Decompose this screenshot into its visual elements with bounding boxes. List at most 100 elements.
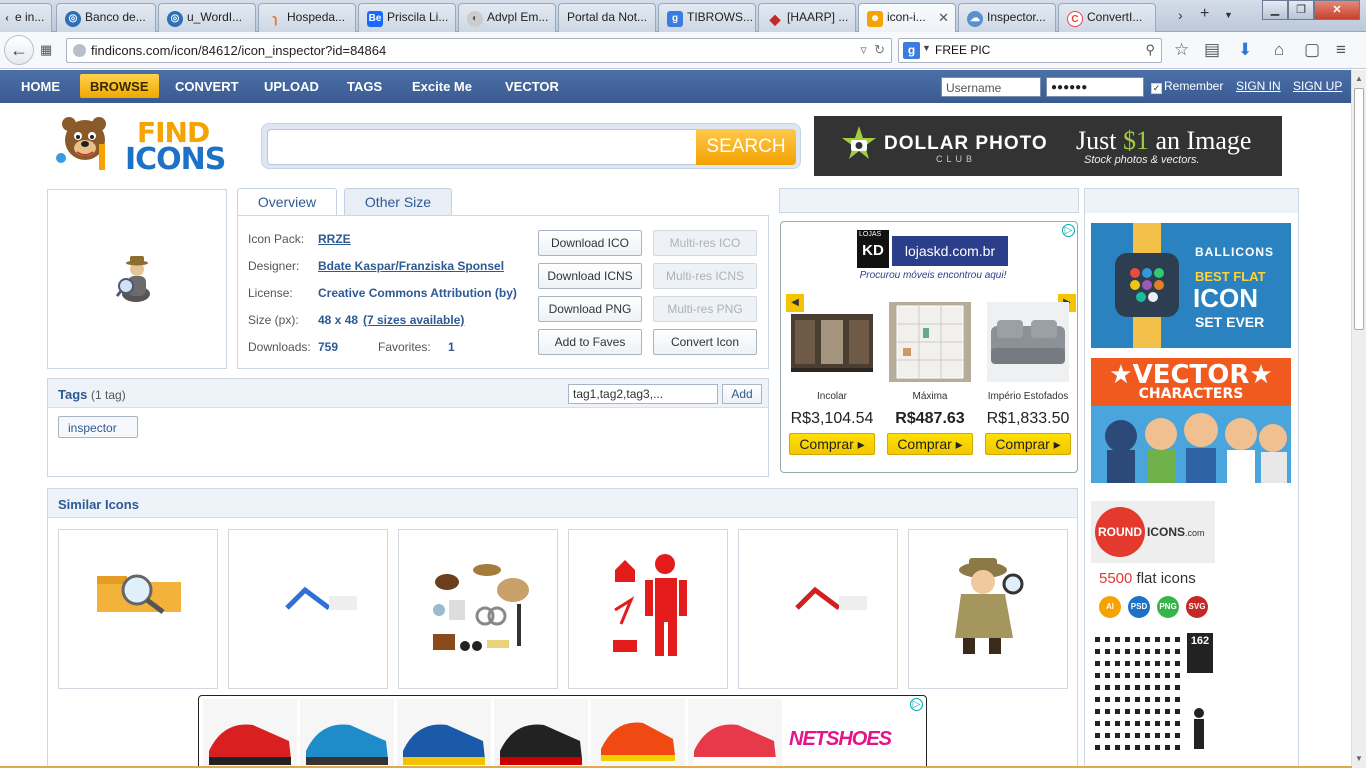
tab-6[interactable]: Portal da Not... [558,3,656,32]
multi-res-icns-button[interactable]: Multi-res ICNS [653,263,757,289]
size-value: 48 x 48 [318,313,359,327]
tag-input[interactable]: tag1,tag2,tag3,... [568,384,718,404]
tab-list-icon[interactable]: ▼ [1224,10,1233,20]
tab-1[interactable]: ◎ Banco de... [56,3,156,32]
sign-up-link[interactable]: SIGN UP [1293,79,1342,93]
add-tag-button[interactable]: Add [722,384,762,404]
similar-icon-cell[interactable] [398,529,558,689]
product-card[interactable]: Império Estofados R$1,833.50 Comprar ▸ [983,302,1073,455]
scroll-tabs-right-icon[interactable]: › [1178,7,1183,23]
adchoices-icon[interactable]: ▷ [910,698,923,711]
search-icon[interactable]: ⚲ [1145,42,1155,58]
download-png-button[interactable]: Download PNG [538,296,642,322]
chevron-down-icon[interactable]: ▼ [922,43,931,53]
tab-7[interactable]: g TIBROWS... [658,3,756,32]
minimize-button[interactable]: ▁ [1262,0,1288,20]
similar-icon-cell[interactable] [908,529,1068,689]
sizes-available-link[interactable]: (7 sizes available) [363,313,464,327]
similar-icon-cell[interactable] [58,529,218,689]
adchoices-icon[interactable]: ▷ [1062,224,1075,237]
comprar-button[interactable]: Comprar ▸ [985,433,1071,455]
tab-4[interactable]: Be Priscila Li... [358,3,456,32]
maximize-button[interactable]: ❐ [1288,0,1314,20]
tab-5[interactable]: ◐ Advpl Em... [458,3,556,32]
tab-label: ConvertI... [1087,10,1143,24]
comprar-button[interactable]: Comprar ▸ [789,433,875,455]
menu-excite-me[interactable]: Excite Me [412,79,472,94]
close-tab-icon[interactable]: ✕ [938,10,949,26]
product-name: Incolar [816,391,847,402]
similar-icon-cell[interactable] [738,529,898,689]
menu-vector[interactable]: VECTOR [505,79,559,94]
tab-other-size[interactable]: Other Size [344,188,452,216]
product-card[interactable]: Máxima R$487.63 Comprar ▸ [885,302,975,455]
multi-res-png-button[interactable]: Multi-res PNG [653,296,757,322]
tab-9-active[interactable]: ☻ icon-i... ✕ [858,3,956,33]
home-icon[interactable]: ⌂ [1274,40,1284,60]
scroll-thumb[interactable] [1354,88,1364,330]
lojaskd-ad[interactable]: ▷ KD LOJAS lojaskd.com.br Procurou móvei… [780,221,1078,473]
convert-icon-button[interactable]: Convert Icon [653,329,757,355]
findicons-logo[interactable]: FIND ICONS [55,108,237,178]
password-input[interactable]: ●●●●●● [1046,77,1144,97]
panel-icon[interactable]: ▢ [1304,40,1320,60]
netshoes-ad[interactable]: ▷ NETSHOES [198,695,927,768]
sign-in-link[interactable]: SIGN IN [1236,79,1281,93]
similar-icons-header: Similar Icons [48,489,1077,518]
license-value[interactable]: Creative Commons Attribution (by) [318,286,517,300]
similar-icon-cell[interactable] [568,529,728,689]
reload-icon[interactable]: ▿ ↻ [860,42,885,58]
tab-2[interactable]: ◎ u_WordI... [158,3,256,32]
dollar-photo-banner[interactable]: DOLLAR PHOTO CLUB Just $1 an Image Stock… [814,116,1282,176]
inspector-icon[interactable] [114,254,154,302]
scroll-up-icon[interactable]: ▲ [1355,74,1363,83]
download-icns-button[interactable]: Download ICNS [538,263,642,289]
tag-pill[interactable]: inspector [58,416,138,438]
tab-overview[interactable]: Overview [237,188,337,217]
designer-link[interactable]: Bdate Kaspar/Franziska Sponsel [318,259,504,273]
browser-search-bar[interactable]: g ▼ FREE PIC ⚲ [898,38,1162,63]
add-to-faves-button[interactable]: Add to Faves [538,329,642,355]
username-input[interactable]: Username [941,77,1041,97]
roundicons-ad[interactable]: ROUND ICONS.com [1091,501,1215,563]
url-bar[interactable]: findicons.com/icon/84612/icon_inspector?… [66,38,892,63]
tab-3[interactable]: ɿ Hospeda... [258,3,356,32]
browser-nav-bar: ← ▦ findicons.com/icon/84612/icon_inspec… [0,32,1366,69]
bookmarks-icon[interactable]: ▤ [1204,40,1220,60]
back-icon[interactable]: ← [4,35,34,65]
home-grid-icon[interactable]: ▦ [40,42,52,58]
tab-11[interactable]: C ConvertI... [1058,3,1156,32]
tab-10[interactable]: ☁ Inspector... [958,3,1056,32]
product-price: R$3,104.54 [790,410,874,427]
menu-convert[interactable]: CONVERT [175,79,239,94]
banner-brand: DOLLAR PHOTO [884,133,1048,154]
download-ico-button[interactable]: Download ICO [538,230,642,256]
scroll-down-icon[interactable]: ▼ [1355,754,1363,763]
tab-label: u_WordI... [187,10,243,24]
tab-0[interactable]: ‹ e in... [0,3,52,32]
product-card[interactable]: Incolar R$3,104.54 Comprar ▸ [787,302,877,455]
menu-tags[interactable]: TAGS [347,79,382,94]
menu-icon[interactable]: ≡ [1336,40,1346,60]
page-scrollbar[interactable]: ▲ ▼ [1351,70,1366,768]
menu-home[interactable]: HOME [21,79,60,94]
download-icon[interactable]: ⬇ [1238,40,1252,60]
icon-pack-link[interactable]: RRZE [318,232,351,246]
new-tab-icon[interactable]: + [1200,5,1209,23]
detective-items-icon [433,564,529,651]
ballicons-title: BALLICONS [1195,245,1274,259]
vector-characters-ad[interactable]: ★VECTOR★ CHARACTERS [1091,358,1291,483]
bookmark-star-icon[interactable]: ☆ [1174,40,1189,60]
similar-icon-cell[interactable] [228,529,388,689]
menu-upload[interactable]: UPLOAD [264,79,319,94]
multi-res-ico-button[interactable]: Multi-res ICO [653,230,757,256]
remember-checkbox[interactable]: ✓ Remember [1151,79,1223,94]
search-button[interactable]: SEARCH [696,129,796,165]
site-search-input[interactable] [267,129,699,165]
ballicons-ad[interactable]: BALLICONS BEST FLAT ICON SET EVER [1091,223,1291,348]
tab-8[interactable]: ◆ [HAARP] ... [758,3,856,32]
comprar-button[interactable]: Comprar ▸ [887,433,973,455]
close-window-button[interactable]: ✕ [1314,0,1360,20]
menu-browse[interactable]: BROWSE [80,74,159,98]
camera-star-icon [842,126,876,159]
